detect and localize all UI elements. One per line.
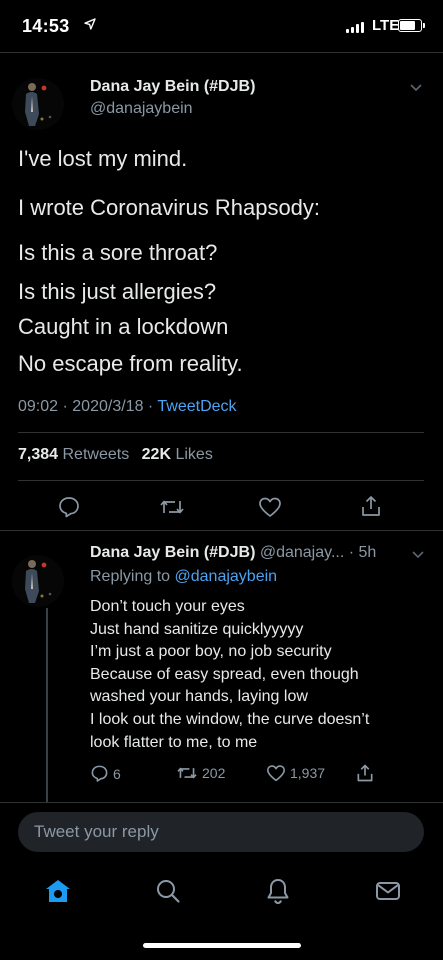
tweet-time: 09:02: [18, 398, 59, 415]
tweet-stats: 7,384 Retweets 22K Likes: [18, 446, 213, 464]
retweet-icon: [177, 767, 197, 779]
thread-line: [46, 608, 48, 802]
replying-to-label: Replying to: [90, 568, 171, 585]
tweet-text-line: Caught in a lockdown: [18, 314, 229, 339]
reply-icon[interactable]: [57, 495, 81, 519]
meta-separator: ·: [147, 398, 154, 415]
network-type: LTE: [372, 17, 400, 34]
share-icon[interactable]: [359, 494, 383, 518]
share-icon: [357, 764, 373, 782]
location-arrow-icon: [84, 18, 96, 30]
battery-level: [400, 21, 415, 30]
compose-placeholder: Tweet your reply: [34, 822, 159, 841]
retweets-count[interactable]: 7,384: [18, 446, 58, 463]
chevron-down-icon[interactable]: [411, 550, 425, 560]
battery-icon: [398, 19, 425, 32]
notifications-icon[interactable]: [266, 877, 290, 905]
reply-reply-button[interactable]: 6: [90, 764, 121, 783]
reply-like-button[interactable]: 1,937: [266, 764, 325, 782]
retweet-icon[interactable]: [159, 496, 185, 518]
tweet-text-line: No escape from reality.: [18, 351, 243, 376]
like-icon[interactable]: [258, 496, 282, 518]
tweet-text-line: I wrote Coronavirus Rhapsody:: [18, 195, 321, 220]
tweet-source-link[interactable]: TweetDeck: [157, 398, 236, 415]
avatar-image: [12, 555, 64, 607]
reply-share-button[interactable]: [355, 763, 375, 783]
home-indicator[interactable]: [143, 943, 301, 948]
tweet-text-line: I've lost my mind.: [18, 146, 188, 171]
like-icon: [267, 765, 285, 782]
reply-author-handle[interactable]: @danajay...: [260, 544, 344, 561]
main-tweet-divider: [0, 530, 443, 531]
chevron-down-icon[interactable]: [409, 83, 423, 93]
reply-avatar[interactable]: [12, 555, 64, 607]
reply-time: · 5h: [348, 544, 377, 561]
tweet-divider: [18, 432, 424, 433]
search-icon[interactable]: [155, 878, 181, 904]
avatar[interactable]: [12, 78, 64, 130]
retweets-label[interactable]: Retweets: [63, 446, 130, 463]
meta-separator: ·: [62, 398, 68, 415]
home-icon[interactable]: [44, 878, 72, 904]
tweet-text-line: Is this just allergies?: [18, 279, 217, 304]
status-bar: 14:53 LTE: [0, 0, 443, 52]
tweet-timestamp: 09:02 · 2020/3/18 · TweetDeck: [18, 398, 237, 416]
tweet-text-line: Is this a sore throat?: [18, 240, 218, 265]
author-name[interactable]: Dana Jay Bein (#DJB): [90, 78, 255, 96]
reply-text-line: I’m just a poor boy, no job security: [90, 643, 332, 661]
reply-author-name[interactable]: Dana Jay Bein (#DJB): [90, 544, 255, 561]
reply-text-line: Don’t touch your eyes: [90, 598, 245, 615]
reply-text-line: washed your hands, laying low: [90, 688, 308, 706]
like-count: 1,937: [290, 765, 326, 781]
author-handle[interactable]: @danajaybein: [90, 100, 193, 118]
avatar-image: [12, 78, 64, 130]
reply-text: Don’t touch your eyes Just hand sanitize…: [90, 596, 369, 754]
reply-icon: [91, 765, 108, 782]
reply-text-line: I look out the window, the curve doesn’t: [90, 710, 370, 728]
header-divider: [0, 52, 443, 53]
replying-to: Replying to @danajaybein: [90, 568, 277, 586]
reply-retweet-button[interactable]: 202: [176, 764, 225, 782]
reply-count: 6: [113, 765, 121, 782]
reply-compose-input[interactable]: Tweet your reply: [18, 812, 424, 852]
status-time: 14:53: [22, 16, 70, 36]
reply-text-line: Just hand sanitize quicklyyyyy: [90, 620, 304, 638]
likes-count[interactable]: 22K: [142, 446, 171, 463]
tweet-date: 2020/3/18: [72, 398, 144, 415]
reply-header: Dana Jay Bein (#DJB) @danajay... · 5h: [90, 544, 376, 562]
reply-text-line: Because of easy spread, even though: [90, 665, 359, 683]
signal-strength-icon: [346, 22, 364, 33]
likes-label[interactable]: Likes: [175, 446, 212, 463]
reply-text-line: look flatter to me, to me: [90, 733, 258, 751]
replying-to-handle[interactable]: @danajaybein: [175, 568, 278, 585]
stats-divider: [18, 480, 424, 481]
retweet-count: 202: [202, 765, 226, 781]
reply-divider: [0, 802, 443, 803]
messages-icon[interactable]: [375, 880, 401, 902]
